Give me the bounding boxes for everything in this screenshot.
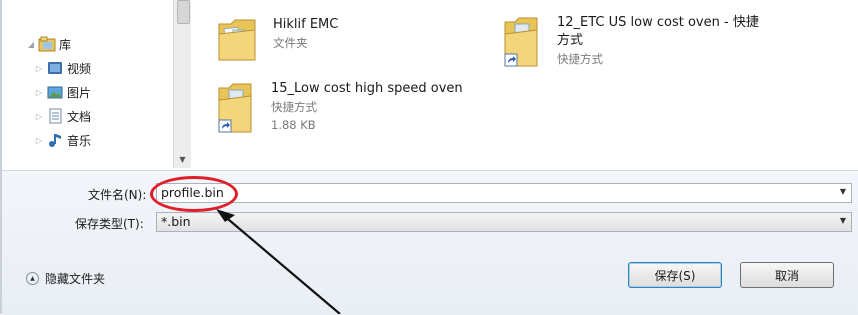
file-type: 文件夹 xyxy=(273,36,308,50)
expand-arrow-icon[interactable]: ▷ xyxy=(34,64,44,73)
nav-item-documents[interactable]: ▷ 文档 xyxy=(34,105,91,127)
hide-folders-toggle[interactable]: ▲ 隐藏文件夹 xyxy=(26,270,105,287)
nav-label-video: 视频 xyxy=(67,61,92,76)
file-item-12-etc-shortcut[interactable]: 12_ETC US low cost oven - 快捷 方式 快捷方式 xyxy=(501,14,759,68)
documents-icon xyxy=(46,108,64,124)
file-name: Hiklif EMC xyxy=(273,17,339,32)
nav-item-video[interactable]: ▷ 视频 xyxy=(34,57,91,79)
nav-item-pictures[interactable]: ▷ 图片 xyxy=(34,81,91,103)
navigation-pane: ◢ 库 ▷ 视频 ▷ 图片 ▷ 文档 ▷ 音乐 xyxy=(18,0,173,172)
file-list-pane: Hiklif EMC 文件夹 12_ETC US low cost oven -… xyxy=(191,0,858,170)
scrollbar-thumb[interactable] xyxy=(177,0,190,24)
file-type: 快捷方式 xyxy=(271,100,317,114)
nav-label-library: 库 xyxy=(59,37,72,52)
nav-scrollbar[interactable]: ▼ xyxy=(173,0,191,168)
filetype-label: 保存类型(T): xyxy=(75,217,144,231)
chevron-down-icon[interactable]: ▼ xyxy=(840,216,846,225)
collapse-arrow-icon[interactable]: ◢ xyxy=(26,40,36,49)
filename-value[interactable]: profile.bin xyxy=(161,185,224,200)
pictures-icon xyxy=(46,84,64,100)
folder-icon xyxy=(217,16,257,61)
expand-arrow-icon[interactable]: ▷ xyxy=(34,88,44,97)
filename-label: 文件名(N): xyxy=(88,188,147,202)
filetype-select[interactable]: *.bin ▼ xyxy=(156,212,852,232)
file-type: 快捷方式 xyxy=(557,52,603,66)
file-details: Hiklif EMC 文件夹 xyxy=(273,16,338,60)
filetype-value: *.bin xyxy=(161,214,191,229)
file-size: 1.88 KB xyxy=(271,118,316,132)
expand-arrow-icon[interactable]: ▷ xyxy=(34,136,44,145)
save-button[interactable]: 保存(S) xyxy=(628,262,722,288)
file-details: 15_Low cost high speed oven 快捷方式 1.88 KB xyxy=(271,80,463,134)
music-icon xyxy=(46,132,64,148)
nav-label-pictures: 图片 xyxy=(67,85,92,100)
folder-shortcut-icon xyxy=(501,14,541,67)
expand-arrow-icon[interactable]: ▷ xyxy=(34,112,44,121)
cancel-button[interactable]: 取消 xyxy=(740,262,834,288)
file-item-hiklif-emc[interactable]: Hiklif EMC 文件夹 xyxy=(217,16,338,61)
filename-input[interactable]: profile.bin ▼ xyxy=(156,183,852,203)
hide-folders-label: 隐藏文件夹 xyxy=(45,272,106,286)
chevron-down-icon[interactable]: ▼ xyxy=(840,187,846,196)
file-details: 12_ETC US low cost oven - 快捷 方式 快捷方式 xyxy=(557,14,759,68)
scroll-down-arrow-icon[interactable]: ▼ xyxy=(177,155,188,164)
nav-item-library[interactable]: ◢ 库 xyxy=(26,33,71,55)
nav-label-documents: 文档 xyxy=(67,109,92,124)
file-item-15-low-cost-shortcut[interactable]: 15_Low cost high speed oven 快捷方式 1.88 KB xyxy=(215,80,463,134)
folder-shortcut-icon xyxy=(215,80,255,133)
save-file-dialog: ◢ 库 ▷ 视频 ▷ 图片 ▷ 文档 ▷ 音乐 ▼ Hiklif EMC 文件夹… xyxy=(0,0,858,315)
file-name: 15_Low cost high speed oven xyxy=(271,81,463,96)
file-name-continued: 方式 xyxy=(557,33,584,48)
nav-label-music: 音乐 xyxy=(67,133,92,148)
library-icon xyxy=(38,36,56,52)
nav-item-music[interactable]: ▷ 音乐 xyxy=(34,129,91,151)
file-name: 12_ETC US low cost oven - 快捷 xyxy=(557,15,759,30)
video-icon xyxy=(46,60,64,76)
collapse-chevron-icon[interactable]: ▲ xyxy=(26,272,39,285)
